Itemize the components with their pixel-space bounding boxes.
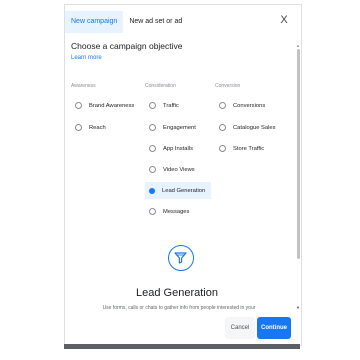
radio-icon[interactable] <box>219 145 226 152</box>
objective-option-conversions[interactable]: Conversions <box>215 97 265 114</box>
radio-icon[interactable] <box>149 166 156 173</box>
option-label: Store Traffic <box>233 145 265 152</box>
option-label: Traffic <box>163 102 179 109</box>
option-label: Reach <box>89 124 106 131</box>
radio-icon[interactable] <box>219 124 226 131</box>
option-label: Messages <box>163 208 190 215</box>
objective-detail-description: Use forms, calls or chats to gather info… <box>102 305 256 311</box>
dialog-tabs: New campaign New ad set or ad <box>65 11 188 33</box>
objective-option-video-views[interactable]: Video Views <box>145 161 195 178</box>
continue-button[interactable]: Continue <box>257 317 291 339</box>
radio-icon[interactable] <box>149 102 156 109</box>
scroll-up-icon[interactable]: ▲ <box>296 43 300 48</box>
scrollbar-thumb[interactable] <box>297 49 300 259</box>
radio-icon[interactable] <box>149 124 156 131</box>
learn-more-link[interactable]: Learn more <box>71 55 102 61</box>
option-label: Video Views <box>163 166 195 173</box>
radio-icon[interactable] <box>149 208 156 215</box>
objective-option-store-traffic[interactable]: Store Traffic <box>215 140 264 157</box>
objective-option-messages[interactable]: Messages <box>145 203 189 220</box>
radio-icon[interactable] <box>219 102 226 109</box>
filter-funnel-icon <box>168 245 194 271</box>
option-label: Engagement <box>163 124 196 131</box>
radio-icon[interactable] <box>75 124 82 131</box>
objective-option-lead-generation[interactable]: Lead Generation <box>145 182 211 199</box>
radio-selected-icon[interactable] <box>149 187 155 194</box>
objective-option-app-installs[interactable]: App Installs <box>145 140 193 157</box>
column-heading-awareness: Awareness <box>71 83 96 89</box>
option-label: Lead Generation <box>162 187 206 194</box>
campaign-objective-dialog: New campaign New ad set or ad X Choose a… <box>64 4 302 346</box>
option-label: App Installs <box>163 145 193 152</box>
radio-icon[interactable] <box>149 145 156 152</box>
cancel-button[interactable]: Cancel <box>225 317 255 339</box>
column-heading-consideration: Consideration <box>145 83 176 89</box>
close-icon[interactable]: X <box>277 13 291 27</box>
objective-option-brand-awareness[interactable]: Brand Awareness <box>71 97 134 114</box>
option-label: Brand Awareness <box>89 102 135 109</box>
objective-detail-title: Lead Generation <box>136 287 218 299</box>
objective-option-traffic[interactable]: Traffic <box>145 97 179 114</box>
tab-new-ad-set-or-ad[interactable]: New ad set or ad <box>123 11 188 33</box>
objective-option-catalogue-sales[interactable]: Catalogue Sales <box>215 119 276 136</box>
tab-new-campaign[interactable]: New campaign <box>65 11 124 33</box>
option-label: Conversions <box>233 102 266 109</box>
column-heading-conversion: Conversion <box>215 83 241 89</box>
objective-option-engagement[interactable]: Engagement <box>145 119 196 136</box>
radio-icon[interactable] <box>75 102 82 109</box>
option-label: Catalogue Sales <box>233 124 276 131</box>
scroll-down-icon[interactable]: ▼ <box>296 305 300 310</box>
objective-option-reach[interactable]: Reach <box>71 119 106 136</box>
background-overlay-edge <box>64 344 300 349</box>
dialog-title: Choose a campaign objective <box>71 41 183 51</box>
